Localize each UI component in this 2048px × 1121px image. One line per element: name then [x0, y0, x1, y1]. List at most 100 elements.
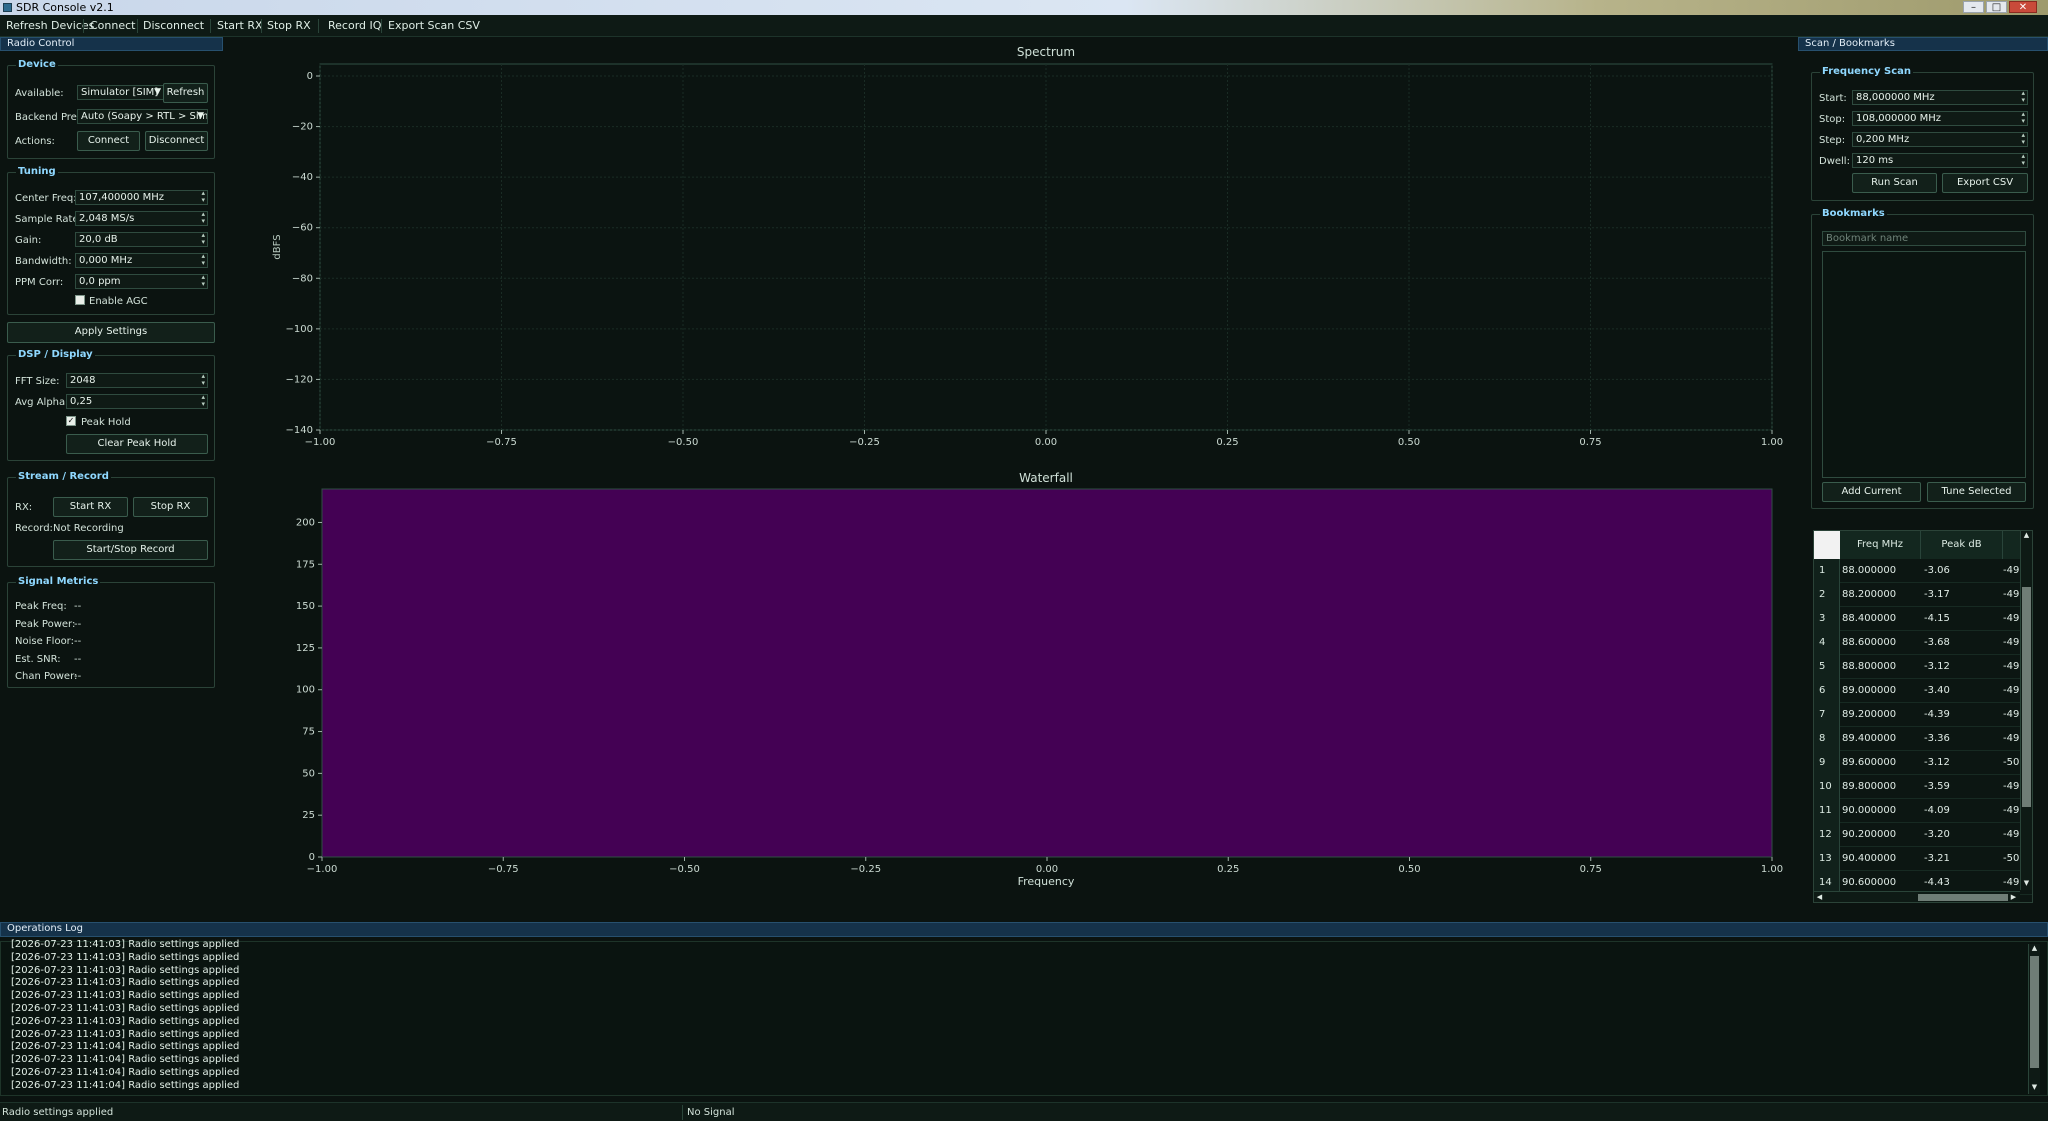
bookmarks-list[interactable]	[1822, 251, 2026, 478]
bookmark-name-input[interactable]: Bookmark name	[1822, 231, 2026, 246]
table-row[interactable]: 4 88.600000 -3.68 -49.5	[1814, 631, 2032, 655]
close-icon[interactable]: ✕	[2009, 1, 2037, 13]
clear-peak-hold-button[interactable]: Clear Peak Hold	[66, 434, 208, 454]
table-row[interactable]: 6 89.000000 -3.40 -49.6	[1814, 679, 2032, 703]
rx-label: RX:	[15, 502, 33, 513]
peak-hold-checkbox[interactable]: ✓	[66, 416, 76, 426]
available-device-combo[interactable]: Simulator [SIM] ▼	[77, 85, 165, 100]
table-row[interactable]: 10 89.800000 -3.59 -49.4	[1814, 775, 2032, 799]
spectrum-x-tick-label: 0.25	[1216, 437, 1238, 448]
spectrum-x-tick-label: 0.50	[1398, 437, 1420, 448]
backend-pref-combo[interactable]: Auto (Soapy > RTL > Sim) ▼	[77, 109, 208, 124]
center-freq-spinbox[interactable]: 107,400000 MHz ▴ ▾	[75, 190, 208, 205]
spin-arrows-icon[interactable]: ▴ ▾	[201, 191, 205, 204]
table-row[interactable]: 13 90.400000 -3.21 -50.0	[1814, 847, 2032, 871]
log-line: [2026-07-23 11:41:03] Radio settings app…	[11, 1015, 240, 1027]
waterfall-heatmap[interactable]	[321, 488, 1773, 858]
row-number: 13	[1814, 847, 1840, 871]
sample-rate-value: 2,048 MS/s	[79, 213, 135, 224]
scan-stop-spinbox[interactable]: 108,000000 MHz ▴ ▾	[1852, 111, 2028, 126]
peak-power-label: Peak Power:	[15, 619, 76, 630]
minimize-icon[interactable]: –	[1963, 1, 1984, 13]
scan-dwell-spinbox[interactable]: 120 ms ▴ ▾	[1852, 153, 2028, 168]
export-csv-button[interactable]: Export CSV	[1942, 173, 2028, 193]
table-row[interactable]: 5 88.800000 -3.12 -49.5	[1814, 655, 2032, 679]
freq-column-header[interactable]: Freq MHz	[1840, 531, 1921, 559]
spin-arrows-icon[interactable]: ▴ ▾	[201, 374, 205, 387]
spin-arrows-icon[interactable]: ▴ ▾	[2021, 154, 2025, 167]
table-row[interactable]: 12 90.200000 -3.20 -49.6	[1814, 823, 2032, 847]
table-row[interactable]: 1 88.000000 -3.06 -49.7	[1814, 559, 2032, 583]
operations-log[interactable]: [2026-07-23 11:41:03] Radio settings app…	[0, 939, 2048, 1096]
run-scan-button[interactable]: Run Scan	[1852, 173, 1937, 193]
scroll-up-icon[interactable]: ▲	[2021, 531, 2032, 539]
add-current-button[interactable]: Add Current	[1822, 482, 1921, 502]
record-iq-button[interactable]: Record IQ	[324, 18, 385, 34]
log-scroll-thumb[interactable]	[2030, 956, 2039, 1068]
enable-agc-checkbox[interactable]	[75, 295, 85, 305]
start-stop-record-button[interactable]: Start/Stop Record	[53, 540, 208, 560]
start-rx-button[interactable]: Start RX	[53, 497, 128, 517]
spin-arrows-icon[interactable]: ▴ ▾	[2021, 112, 2025, 125]
connect-button[interactable]: Connect	[77, 131, 140, 151]
spectrum-y-tick-label: −20	[292, 122, 313, 133]
title-bar: SDR Console v2.1 – □ ✕	[0, 0, 2048, 15]
bandwidth-spinbox[interactable]: 0,000 MHz ▴ ▾	[75, 253, 208, 268]
scan-start-spinbox[interactable]: 88,000000 MHz ▴ ▾	[1852, 90, 2028, 105]
spin-arrows-icon[interactable]: ▴ ▾	[201, 233, 205, 246]
scan-step-spinbox[interactable]: 0,200 MHz ▴ ▾	[1852, 132, 2028, 147]
start-rx-toolbar-button[interactable]: Start RX	[213, 18, 267, 34]
tuning-group-title: Tuning	[16, 166, 58, 177]
tune-selected-button[interactable]: Tune Selected	[1927, 482, 2026, 502]
spin-arrows-icon[interactable]: ▴ ▾	[201, 254, 205, 267]
stop-rx-button[interactable]: Stop RX	[133, 497, 208, 517]
ppm-corr-spinbox[interactable]: 0,0 ppm ▴ ▾	[75, 274, 208, 289]
refresh-button[interactable]: Refresh	[163, 83, 208, 103]
row-number: 11	[1814, 799, 1840, 823]
disconnect-button[interactable]: Disconnect	[145, 131, 208, 151]
table-vertical-scrollbar[interactable]: ▲ ▼	[2020, 531, 2032, 890]
spin-arrows-icon[interactable]: ▴ ▾	[2021, 133, 2025, 146]
table-row[interactable]: 9 89.600000 -3.12 -50.0	[1814, 751, 2032, 775]
horizontal-scroll-thumb[interactable]	[1918, 894, 2008, 901]
scroll-down-icon[interactable]: ▼	[2021, 879, 2032, 887]
avg-alpha-spinbox[interactable]: 0,25 ▴ ▾	[66, 394, 208, 409]
extra-column-header[interactable]	[2003, 531, 2021, 559]
scroll-down-icon[interactable]: ▼	[2029, 1083, 2040, 1091]
row-number: 10	[1814, 775, 1840, 799]
scroll-up-icon[interactable]: ▲	[2029, 944, 2040, 952]
spin-arrows-icon[interactable]: ▴ ▾	[201, 395, 205, 408]
vertical-scroll-thumb[interactable]	[2022, 587, 2031, 807]
spin-arrows-icon[interactable]: ▴ ▾	[2021, 91, 2025, 104]
fft-size-spinbox[interactable]: 2048 ▴ ▾	[66, 373, 208, 388]
table-row[interactable]: 8 89.400000 -3.36 -49.5	[1814, 727, 2032, 751]
disconnect-toolbar-button[interactable]: Disconnect	[139, 18, 208, 34]
waterfall-x-tick-label: 0.75	[1580, 864, 1602, 875]
table-row[interactable]: 3 88.400000 -4.15 -49.5	[1814, 607, 2032, 631]
maximize-icon[interactable]: □	[1986, 1, 2007, 13]
connect-toolbar-button[interactable]: Connect	[86, 18, 139, 34]
apply-settings-button[interactable]: Apply Settings	[7, 322, 215, 343]
device-group: Device Available: Simulator [SIM] ▼ Refr…	[7, 59, 215, 159]
log-vertical-scrollbar[interactable]: ▲ ▼	[2028, 944, 2040, 1094]
gain-spinbox[interactable]: 20,0 dB ▴ ▾	[75, 232, 208, 247]
table-row[interactable]: 7 89.200000 -4.39 -49.5	[1814, 703, 2032, 727]
scan-results-table[interactable]: Freq MHz Peak dB 1 88.000000 -3.06 -49.7 2 88…	[1813, 530, 2033, 903]
export-scan-csv-button[interactable]: Export Scan CSV	[384, 18, 484, 34]
peak-db-column-header[interactable]: Peak dB	[1921, 531, 2003, 559]
sample-rate-spinbox[interactable]: 2,048 MS/s ▴ ▾	[75, 211, 208, 226]
waterfall-x-tick-label: −0.75	[488, 864, 519, 875]
waterfall-y-tick-label: 25	[302, 810, 315, 821]
freq-cell: 89.800000	[1842, 781, 1897, 792]
table-horizontal-scrollbar[interactable]: ◀ ▶	[1814, 891, 2020, 902]
spin-arrows-icon[interactable]: ▴ ▾	[201, 212, 205, 225]
toolbar-separator	[210, 19, 211, 33]
spin-arrows-icon[interactable]: ▴ ▾	[201, 275, 205, 288]
table-row[interactable]: 11 90.000000 -4.09 -49.5	[1814, 799, 2032, 823]
spectrum-x-tick-label: −0.50	[668, 437, 699, 448]
scroll-right-icon[interactable]: ▶	[2008, 892, 2019, 902]
stop-rx-toolbar-button[interactable]: Stop RX	[263, 18, 315, 34]
table-corner[interactable]	[1814, 531, 1840, 559]
table-row[interactable]: 2 88.200000 -3.17 -49.6	[1814, 583, 2032, 607]
scroll-left-icon[interactable]: ◀	[1814, 892, 1825, 902]
